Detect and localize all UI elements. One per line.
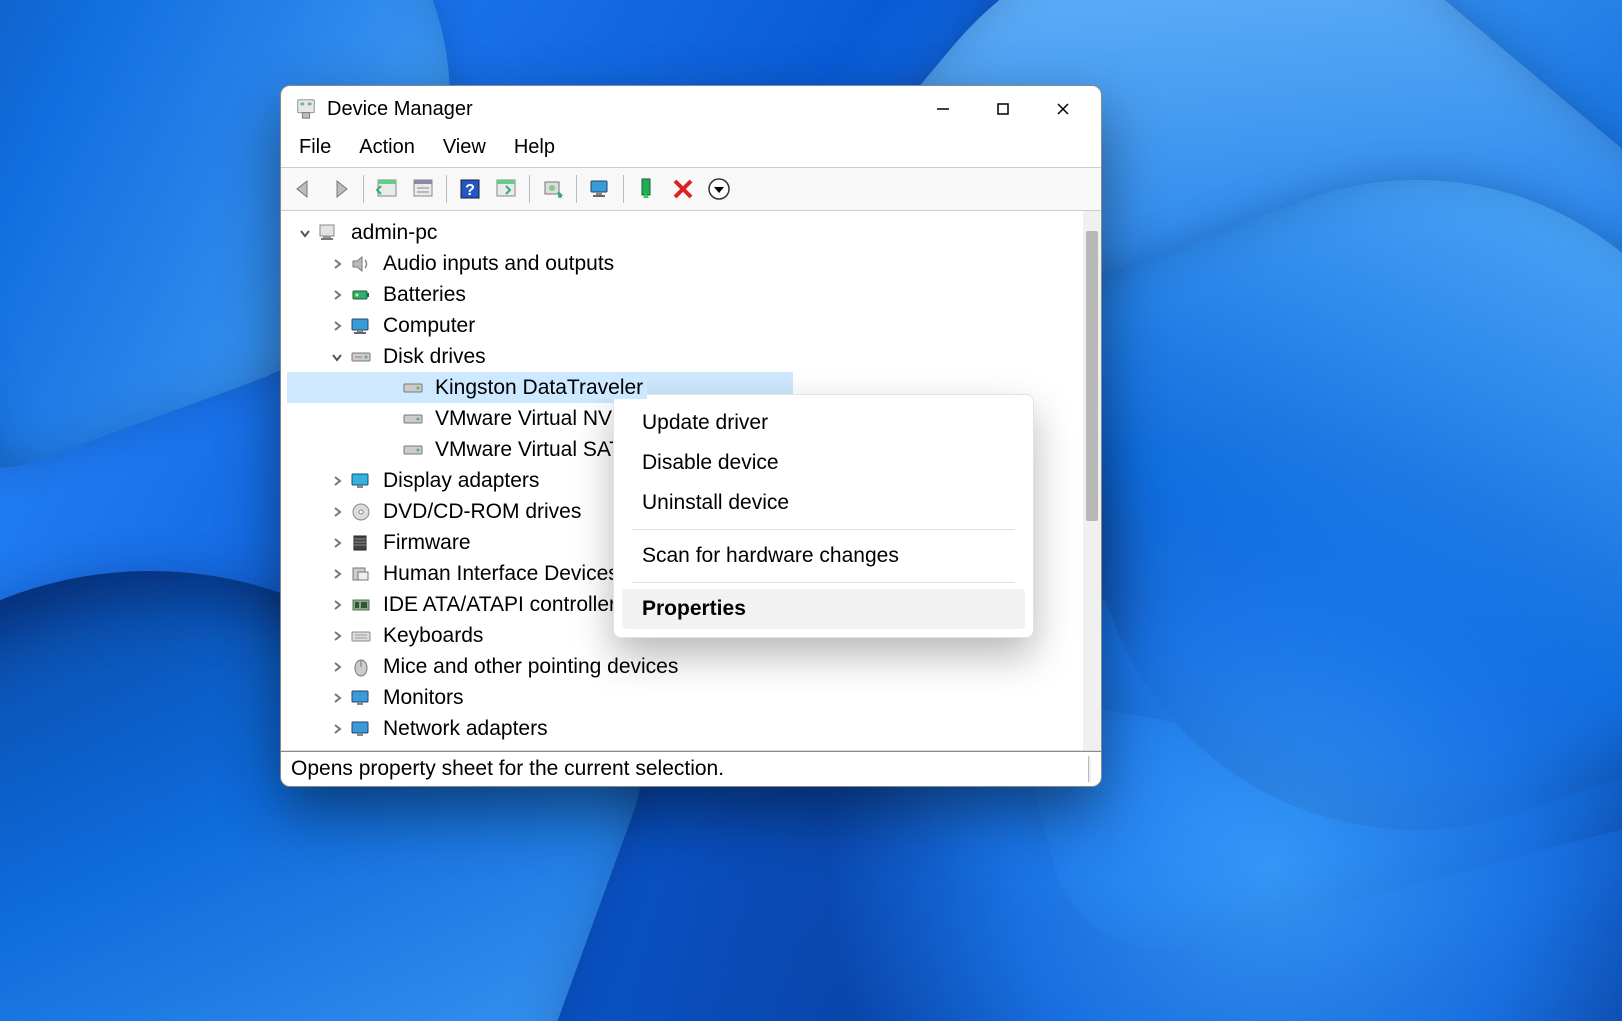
dvd-icon xyxy=(349,502,373,522)
ctx-uninstall-device[interactable]: Uninstall device xyxy=(622,483,1025,523)
minimize-button[interactable] xyxy=(913,86,973,132)
svg-text:?: ? xyxy=(465,182,475,199)
tree-root-label: admin-pc xyxy=(347,221,441,244)
chevron-right-icon[interactable] xyxy=(327,626,347,646)
update-driver-button[interactable] xyxy=(489,172,523,206)
menu-file[interactable]: File xyxy=(299,136,331,159)
properties-button[interactable] xyxy=(406,172,440,206)
menu-action[interactable]: Action xyxy=(359,136,415,159)
ctx-disable-device[interactable]: Disable device xyxy=(622,443,1025,483)
monitor-icon xyxy=(349,688,373,708)
tree-label: Human Interface Devices xyxy=(379,562,623,585)
statusbar-grip xyxy=(1088,756,1091,782)
action-dropdown-button[interactable] xyxy=(702,172,736,206)
disk-icon xyxy=(401,409,425,429)
speaker-icon xyxy=(349,254,373,274)
show-hidden-button[interactable] xyxy=(370,172,404,206)
tree-label: Computer xyxy=(379,314,479,337)
uninstall-device-button[interactable] xyxy=(666,172,700,206)
enable-device-button[interactable] xyxy=(630,172,664,206)
tree-category-network[interactable]: Network adapters xyxy=(287,713,1083,744)
tree-category-disk-drives[interactable]: Disk drives xyxy=(287,341,1083,372)
tree-label: Network adapters xyxy=(379,717,552,740)
chevron-down-icon[interactable] xyxy=(327,347,347,367)
back-button[interactable] xyxy=(287,172,321,206)
ctx-separator xyxy=(632,529,1015,530)
menubar: File Action View Help xyxy=(281,132,1101,167)
ctx-scan-hardware[interactable]: Scan for hardware changes xyxy=(622,536,1025,576)
chevron-right-icon[interactable] xyxy=(327,657,347,677)
tree-label: DVD/CD-ROM drives xyxy=(379,500,585,523)
firmware-icon xyxy=(349,533,373,553)
ctx-update-driver[interactable]: Update driver xyxy=(622,403,1025,443)
tree-label: Display adapters xyxy=(379,469,543,492)
disk-icon xyxy=(401,378,425,398)
tree-root[interactable]: admin-pc xyxy=(287,217,1083,248)
tree-category-monitors[interactable]: Monitors xyxy=(287,682,1083,713)
chevron-right-icon[interactable] xyxy=(327,564,347,584)
tree-label: IDE ATA/ATAPI controllers xyxy=(379,593,631,616)
ide-icon xyxy=(349,595,373,615)
tree-category-batteries[interactable]: Batteries xyxy=(287,279,1083,310)
window-title: Device Manager xyxy=(327,98,473,121)
forward-button[interactable] xyxy=(323,172,357,206)
chevron-right-icon[interactable] xyxy=(327,471,347,491)
tree-label: Monitors xyxy=(379,686,468,709)
statusbar: Opens property sheet for the current sel… xyxy=(281,752,1101,786)
hid-icon xyxy=(349,564,373,584)
battery-icon xyxy=(349,285,373,305)
add-legacy-button[interactable] xyxy=(583,172,617,206)
tree-label: Audio inputs and outputs xyxy=(379,252,618,275)
network-icon xyxy=(349,719,373,739)
tree-category-mice[interactable]: Mice and other pointing devices xyxy=(287,651,1083,682)
close-button[interactable] xyxy=(1033,86,1093,132)
chevron-right-icon[interactable] xyxy=(327,254,347,274)
statusbar-text: Opens property sheet for the current sel… xyxy=(291,757,724,781)
chevron-right-icon[interactable] xyxy=(327,285,347,305)
computer-icon xyxy=(317,223,341,243)
chevron-down-icon[interactable] xyxy=(295,223,315,243)
menu-help[interactable]: Help xyxy=(514,136,555,159)
menu-view[interactable]: View xyxy=(443,136,486,159)
chevron-right-icon[interactable] xyxy=(327,502,347,522)
chevron-right-icon[interactable] xyxy=(327,719,347,739)
ctx-separator xyxy=(632,582,1015,583)
scan-hardware-button[interactable] xyxy=(536,172,570,206)
tree-label: Batteries xyxy=(379,283,470,306)
chevron-right-icon[interactable] xyxy=(327,533,347,553)
chevron-right-icon[interactable] xyxy=(327,595,347,615)
keyboard-icon xyxy=(349,626,373,646)
disk-icon xyxy=(349,347,373,367)
tree-label: Keyboards xyxy=(379,624,487,647)
ctx-properties[interactable]: Properties xyxy=(622,589,1025,629)
tree-label: Kingston DataTraveler xyxy=(431,376,647,399)
disk-icon xyxy=(401,440,425,460)
computer-icon xyxy=(349,316,373,336)
vertical-scrollbar[interactable] xyxy=(1083,211,1101,750)
toolbar: ? xyxy=(281,167,1101,211)
titlebar[interactable]: Device Manager xyxy=(281,86,1101,132)
context-menu: Update driver Disable device Uninstall d… xyxy=(613,394,1034,638)
help-button[interactable]: ? xyxy=(453,172,487,206)
chevron-right-icon[interactable] xyxy=(327,688,347,708)
maximize-button[interactable] xyxy=(973,86,1033,132)
device-manager-icon xyxy=(295,98,317,120)
tree-category-audio[interactable]: Audio inputs and outputs xyxy=(287,248,1083,279)
tree-label: Disk drives xyxy=(379,345,490,368)
display-icon xyxy=(349,471,373,491)
tree-category-computer[interactable]: Computer xyxy=(287,310,1083,341)
chevron-right-icon[interactable] xyxy=(327,316,347,336)
tree-label: Mice and other pointing devices xyxy=(379,655,682,678)
mouse-icon xyxy=(349,657,373,677)
tree-label: Firmware xyxy=(379,531,475,554)
scrollbar-thumb[interactable] xyxy=(1086,231,1098,521)
